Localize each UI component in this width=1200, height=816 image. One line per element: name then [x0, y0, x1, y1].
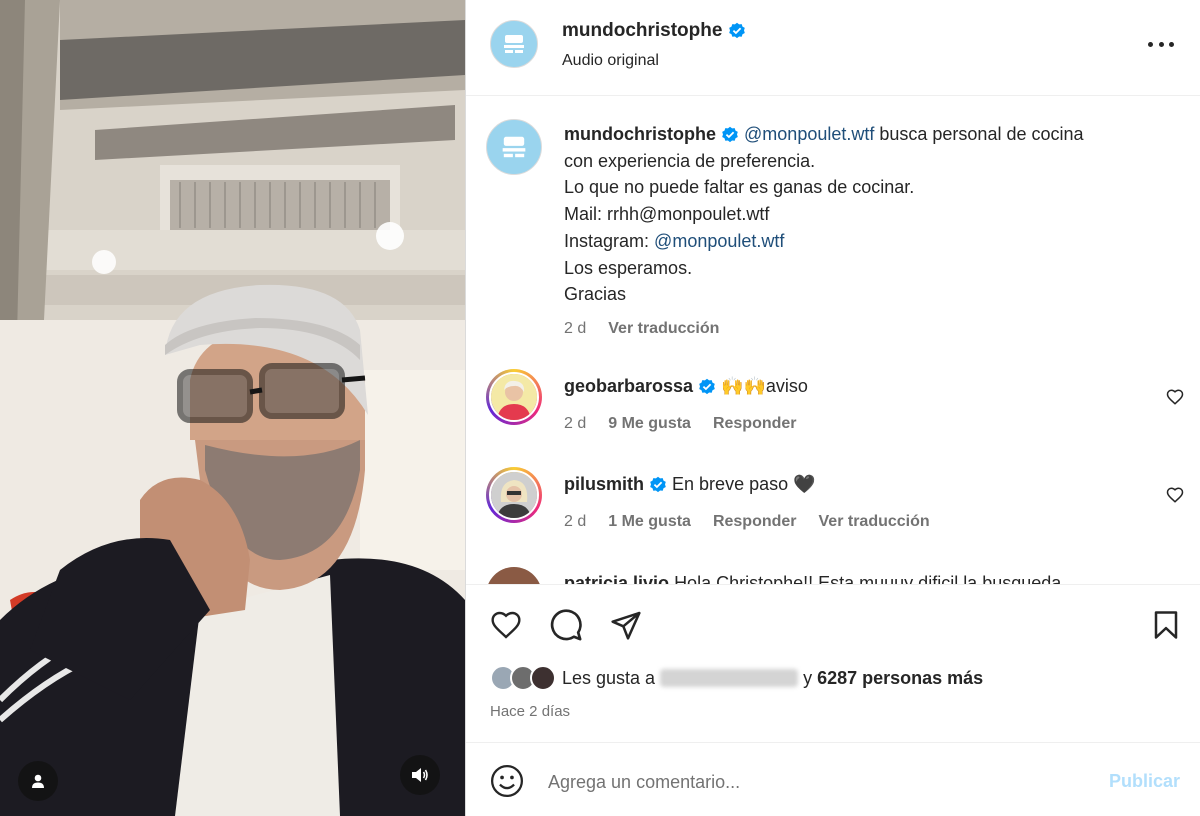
comment-meta: 2 d 1 Me gusta Responder Ver traducción — [564, 513, 930, 531]
instagram-mention-link[interactable]: @monpoulet.wtf — [654, 231, 784, 251]
see-translation-link[interactable]: Ver traducción — [608, 320, 719, 338]
like-comment-heart-icon[interactable] — [1166, 388, 1184, 406]
audio-label[interactable]: Audio original — [562, 52, 659, 70]
caption-meta: 2 d Ver traducción — [564, 320, 719, 338]
comment-likes[interactable]: 9 Me gusta — [608, 415, 691, 433]
verified-icon — [699, 379, 715, 395]
caption-line-6: Los esperamos. — [564, 257, 693, 278]
comment-meta: 2 d 9 Me gusta Responder — [564, 415, 797, 433]
save-button[interactable] — [1148, 607, 1184, 643]
comment-avatar[interactable] — [486, 467, 542, 523]
sound-icon — [412, 768, 428, 782]
more-options-button[interactable] — [1148, 34, 1174, 54]
brand-logo-icon — [504, 35, 524, 53]
comment-time[interactable]: 2 d — [564, 513, 586, 531]
comment-body: En breve paso 🖤 — [672, 474, 816, 494]
caption-line-1: busca personal de cocina — [874, 124, 1084, 144]
likes-conjunction: y — [803, 667, 813, 688]
caption-line-7: Gracias — [564, 284, 627, 305]
comment-text: patricia.livio Hola Christophe!! Esta mu… — [564, 570, 1164, 584]
emoji-icon[interactable] — [490, 764, 524, 798]
tagged-user-button[interactable] — [18, 761, 58, 801]
sound-toggle-button[interactable] — [400, 755, 440, 795]
caption-time[interactable]: 2 d — [564, 320, 586, 338]
bookmark-icon — [1154, 611, 1178, 639]
brand-logo-icon — [502, 136, 526, 158]
comment-author[interactable]: pilusmith — [564, 474, 644, 494]
caption-line-2: con experiencia de preferencia. — [564, 150, 816, 171]
comment-input[interactable] — [548, 767, 1068, 797]
comment-author[interactable]: geobarbarossa — [564, 376, 693, 396]
reply-button[interactable]: Responder — [713, 415, 797, 433]
likes-prefix: Les gusta a — [562, 667, 656, 688]
blurred-username[interactable] — [660, 669, 799, 687]
caption-mention-link[interactable]: @monpoulet.wtf — [744, 124, 874, 144]
verified-icon — [650, 477, 666, 493]
post-author-username[interactable]: mundochristophe — [562, 20, 722, 42]
more-icon — [1148, 41, 1153, 47]
post-header: mundochristophe Audio original — [466, 0, 1200, 96]
caption-line-5-prefix: Instagram: — [564, 230, 655, 251]
comment-text: geobarbarossa 🙌🙌aviso — [564, 373, 1164, 400]
comment-author[interactable]: patricia.livio — [564, 573, 669, 584]
comment-body: Hola Christophe!! Esta muuuy dificil la … — [674, 573, 1062, 584]
comment-time[interactable]: 2 d — [564, 415, 586, 433]
author-avatar[interactable] — [490, 20, 538, 68]
post-media[interactable] — [0, 0, 465, 816]
caption-author[interactable]: mundochristophe — [564, 124, 716, 144]
comment-likes[interactable]: 1 Me gusta — [608, 513, 691, 531]
caption-avatar[interactable] — [486, 119, 542, 175]
post-actions: Les gusta a y 6287 personas más Hace 2 d… — [466, 584, 1200, 742]
caption-line-4: Mail: rrhh@monpoulet.wtf — [564, 204, 770, 225]
comments-list[interactable]: mundochristophe @monpoulet.wtf busca per… — [466, 97, 1200, 584]
comment-text: pilusmith En breve paso 🖤 — [564, 471, 1164, 498]
heart-icon — [491, 611, 521, 639]
post-timestamp[interactable]: Hace 2 días — [490, 703, 570, 720]
comment-icon — [550, 609, 582, 641]
share-button[interactable] — [608, 607, 644, 643]
verified-icon — [729, 22, 746, 39]
share-icon — [611, 611, 641, 640]
caption-line-3: Lo que no puede faltar es ganas de cocin… — [564, 177, 915, 198]
comment-body: 🙌🙌aviso — [721, 376, 808, 396]
caption-text: mundochristophe @monpoulet.wtf busca per… — [564, 121, 1164, 308]
post-photo — [0, 0, 465, 816]
avatar-photo — [491, 374, 537, 420]
post-author-name[interactable]: mundochristophe — [562, 20, 746, 42]
likes-text: Les gusta a y 6287 personas más — [562, 668, 983, 689]
avatar-photo — [491, 472, 537, 518]
liker-avatar — [530, 665, 556, 691]
likes-count[interactable]: 6287 personas más — [817, 668, 983, 689]
comment-button[interactable] — [548, 607, 584, 643]
verified-icon — [722, 127, 738, 143]
like-button[interactable] — [488, 607, 524, 643]
reply-button[interactable]: Responder — [713, 513, 797, 531]
likes-summary[interactable]: Les gusta a y 6287 personas más — [490, 665, 983, 691]
like-comment-heart-icon[interactable] — [1166, 486, 1184, 504]
user-icon — [32, 774, 44, 788]
see-translation-link[interactable]: Ver traducción — [819, 513, 930, 531]
post-details-panel: mundochristophe Audio original mundochri… — [466, 0, 1200, 816]
publish-button[interactable]: Publicar — [1109, 771, 1180, 792]
comment-avatar[interactable] — [486, 369, 542, 425]
comment-avatar[interactable] — [486, 567, 542, 584]
add-comment-bar: Publicar — [466, 742, 1200, 816]
